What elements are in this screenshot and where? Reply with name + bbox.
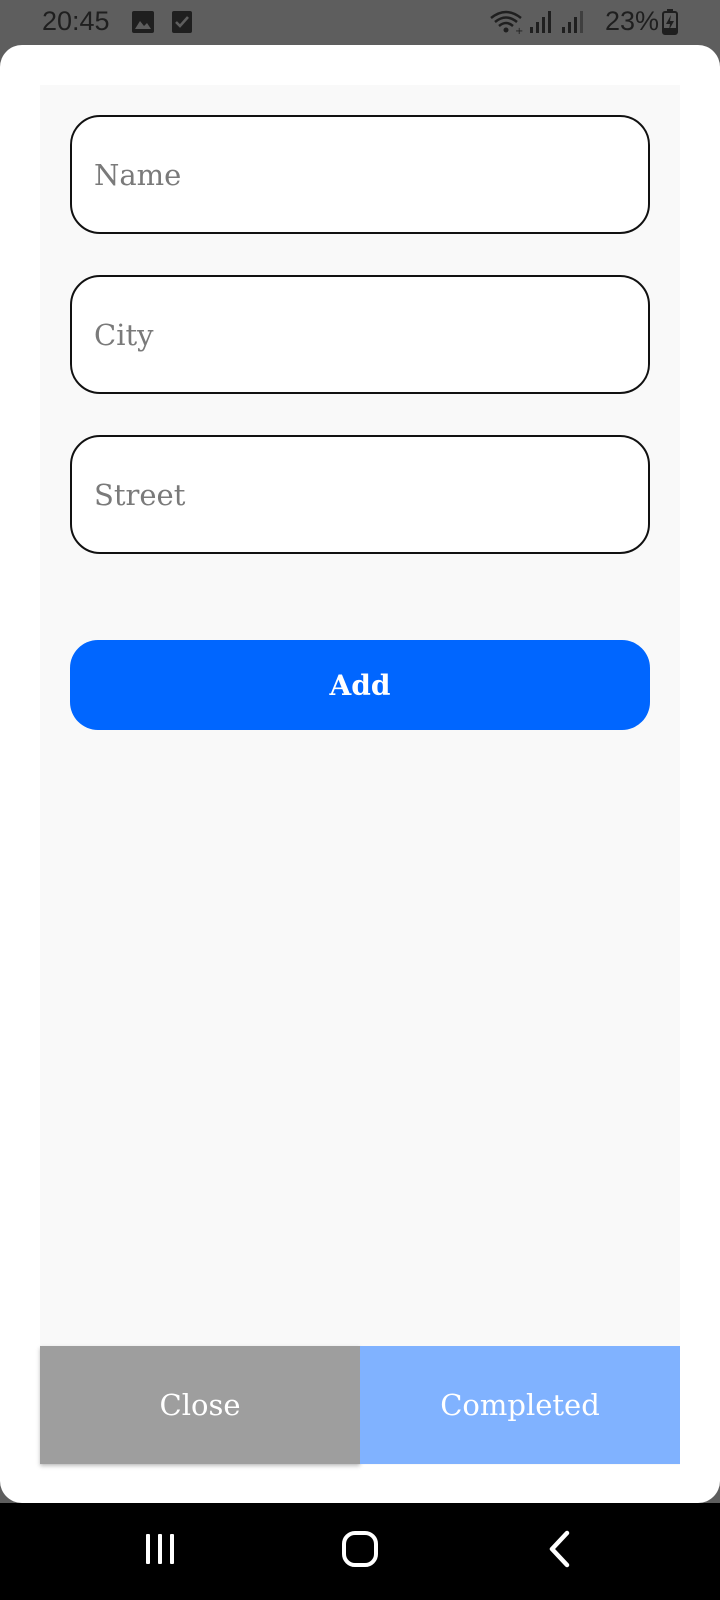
home-icon [341,1530,379,1573]
city-input[interactable] [94,317,648,352]
action-bar: Close Completed [40,1346,680,1464]
signal-icon [562,10,588,39]
svg-text:+: + [515,26,523,35]
status-bar: 20:45 + 23% [0,0,720,45]
form-panel: Add [40,85,680,1465]
street-field[interactable] [70,435,650,554]
completed-button[interactable]: Completed [360,1346,680,1464]
gallery-icon [132,11,154,38]
home-button[interactable] [300,1503,420,1600]
close-button[interactable]: Close [40,1346,360,1464]
name-input[interactable] [94,157,648,192]
signal-icon [530,10,556,39]
city-field[interactable] [70,275,650,394]
name-field[interactable] [70,115,650,234]
checkbox-icon [172,11,192,38]
status-time: 20:45 [42,6,110,36]
recent-apps-button[interactable] [100,1503,220,1600]
add-button[interactable]: Add [70,640,650,730]
street-input[interactable] [94,477,648,512]
recent-apps-icon [143,1532,177,1571]
battery-charging-icon [662,9,678,40]
wifi-icon: + [489,9,523,40]
back-icon [547,1530,573,1573]
back-button[interactable] [500,1503,620,1600]
bottom-sheet: Add Close Completed [0,45,720,1503]
battery-percent: 23% [605,6,660,36]
navigation-bar [0,1503,720,1600]
